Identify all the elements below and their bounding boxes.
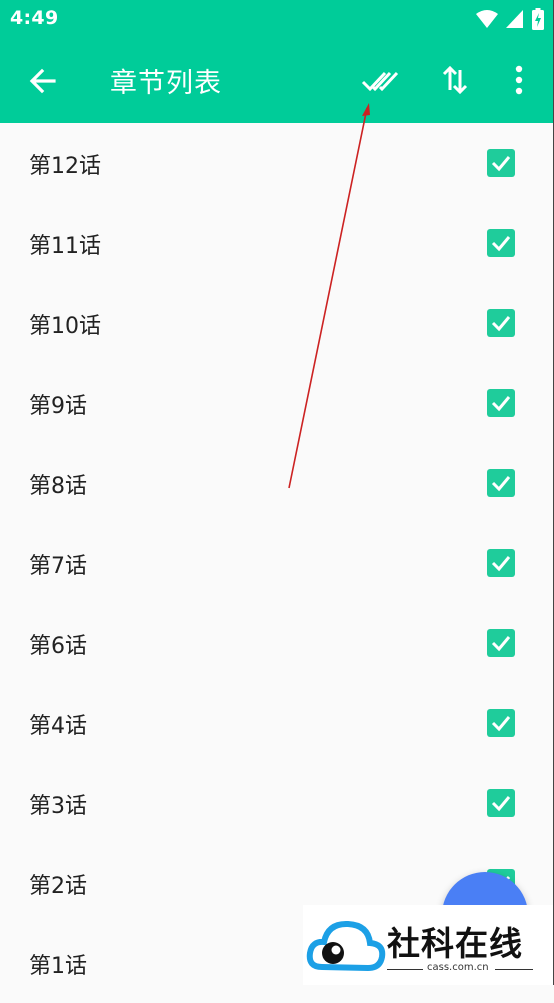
status-time: 4:49 [10,7,59,29]
signal-icon [506,10,523,28]
chapter-checkbox[interactable] [487,709,515,737]
chapter-checkbox[interactable] [487,469,515,497]
chapter-label: 第3话 [29,794,87,819]
chapter-label: 第4话 [29,714,87,739]
more-vertical-icon [515,65,523,95]
chapter-label: 第2话 [29,874,87,899]
watermark-logo: 社科在线 cass.com.cn [303,905,554,985]
check-icon [491,476,511,492]
chapter-checkbox[interactable] [487,789,515,817]
check-icon [491,236,511,252]
watermark-divider-left [387,969,423,970]
select-all-button[interactable] [360,60,400,100]
status-bar: 4:49 [0,0,554,38]
chapter-row[interactable]: 第10话 [0,283,554,363]
chapter-checkbox[interactable] [487,629,515,657]
cloud-eye-logo-icon [306,920,386,972]
app-bar: 章节列表 [0,38,554,123]
check-icon [491,556,511,572]
chapter-label: 第8话 [29,474,87,499]
sort-button[interactable] [435,60,475,100]
chapter-row[interactable]: 第3话 [0,763,554,843]
chapter-label: 第12话 [29,154,101,179]
chapter-row[interactable]: 第12话 [0,123,554,203]
watermark-divider-right [495,969,533,970]
watermark-url: cass.com.cn [427,962,489,973]
chapter-checkbox[interactable] [487,309,515,337]
chapter-row[interactable]: 第11话 [0,203,554,283]
check-icon [491,796,511,812]
chapter-checkbox[interactable] [487,229,515,257]
chapter-label: 第1话 [29,954,87,979]
chapter-label: 第9话 [29,394,87,419]
check-icon [491,316,511,332]
wifi-icon [476,10,498,28]
chapter-label: 第10话 [29,314,101,339]
page-title: 章节列表 [110,68,222,99]
chapter-checkbox[interactable] [487,549,515,577]
chapter-checkbox[interactable] [487,389,515,417]
chapter-row[interactable]: 第9话 [0,363,554,443]
sort-swap-vertical-icon [442,65,468,95]
status-icons [476,8,544,30]
chapter-row[interactable]: 第6话 [0,603,554,683]
chapter-row[interactable]: 第4话 [0,683,554,763]
check-icon [491,716,511,732]
check-icon [491,396,511,412]
select-all-double-check-icon [361,71,399,92]
chapter-list: 第12话第11话第10话第9话第8话第7话第6话第4话第3话第2话第1话 [0,123,554,1003]
check-icon [491,636,511,652]
watermark-text: 社科在线 [387,924,523,963]
chapter-row[interactable]: 第8话 [0,443,554,523]
back-button[interactable] [25,63,61,99]
chapter-label: 第7话 [29,554,87,579]
check-icon [491,156,511,172]
arrow-back-icon [29,68,56,94]
chapter-label: 第11话 [29,234,101,259]
chapter-row[interactable]: 第7话 [0,523,554,603]
chapter-label: 第6话 [29,634,87,659]
battery-charging-icon [532,8,544,30]
more-options-button[interactable] [499,60,539,100]
chapter-checkbox[interactable] [487,149,515,177]
